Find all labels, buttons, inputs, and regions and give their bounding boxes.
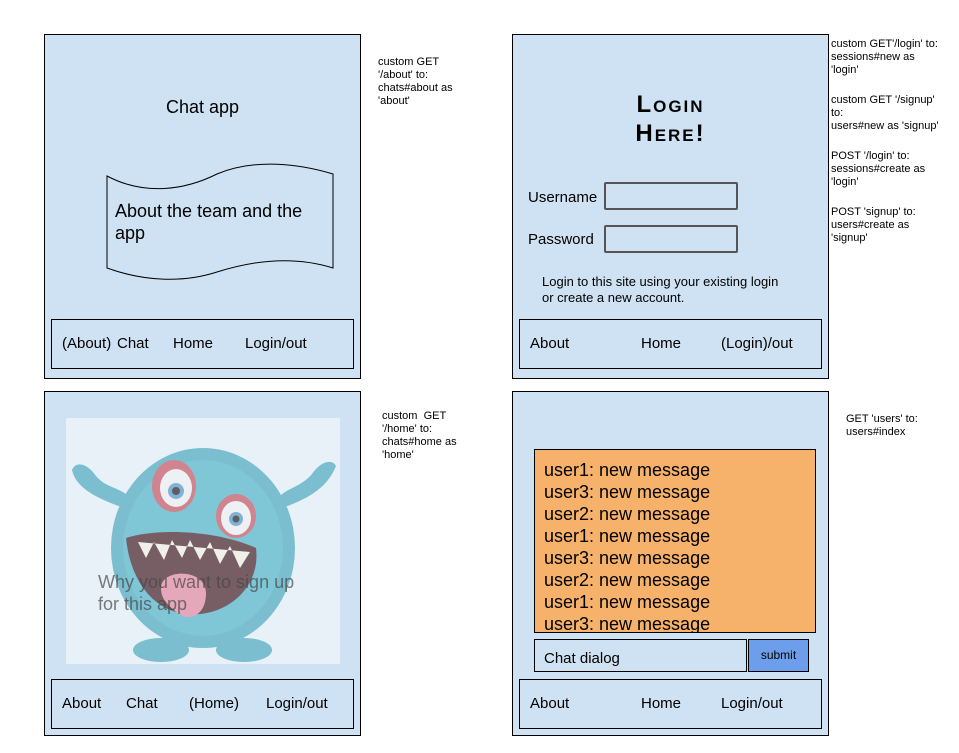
chat-message: user1: new message bbox=[544, 592, 711, 612]
home-route-note: custom GET '/home' to: chats#home as 'ho… bbox=[382, 410, 457, 461]
username-label: Username bbox=[528, 189, 598, 206]
login-page-panel: Login Here! Username Password Login to t… bbox=[512, 34, 829, 379]
monster-image: Why you want to sign up for this app bbox=[66, 418, 340, 664]
nav-about-link[interactable]: About bbox=[530, 695, 569, 712]
signup-post-note: POST 'signup' to: users#create as 'signu… bbox=[831, 206, 916, 244]
chat-message: user3: new message bbox=[544, 548, 711, 568]
login-title-line1: Login bbox=[636, 91, 705, 118]
nav-home-link[interactable]: Home bbox=[641, 335, 681, 352]
password-input[interactable] bbox=[604, 225, 738, 253]
app-title: Chat app bbox=[165, 97, 240, 117]
chat-input-field[interactable]: Chat dialog bbox=[534, 639, 747, 672]
password-label: Password bbox=[528, 231, 594, 248]
login-post-note: POST '/login' to: sessions#create as 'lo… bbox=[831, 150, 926, 188]
submit-button-label: submit bbox=[760, 648, 797, 662]
nav-chat-link[interactable]: Chat bbox=[117, 335, 149, 352]
chat-nav-bar: About Home Login/out bbox=[519, 679, 822, 729]
chat-message: user1: new message bbox=[544, 526, 711, 546]
nav-about-link[interactable]: About bbox=[530, 335, 569, 352]
login-info-line1: Login to this site using your existing l… bbox=[542, 274, 779, 289]
nav-home-link[interactable]: Home bbox=[173, 335, 213, 352]
message-list: user1: new message user3: new message us… bbox=[534, 449, 816, 633]
nav-home-link[interactable]: Home bbox=[641, 695, 681, 712]
home-image-overlay bbox=[66, 418, 340, 664]
chat-message: user2: new message bbox=[544, 504, 711, 524]
chat-message: user2: new message bbox=[544, 570, 711, 590]
nav-chat-link[interactable]: Chat bbox=[126, 695, 158, 712]
chat-input-placeholder: Chat dialog bbox=[544, 650, 620, 667]
about-route-note: custom GET '/about' to: chats#about as '… bbox=[378, 56, 453, 107]
login-route-note: custom GET'/login' to: sessions#new as '… bbox=[831, 38, 938, 76]
about-nav-bar: (About) Chat Home Login/out bbox=[51, 319, 354, 369]
about-page-panel: Chat app About the team and the app (Abo… bbox=[44, 34, 361, 379]
login-title-line2: Here! bbox=[635, 120, 706, 147]
chat-message: user3: new message bbox=[544, 482, 711, 502]
nav-login-link[interactable]: Login/out bbox=[245, 335, 307, 352]
chat-message: user1: new message bbox=[544, 460, 711, 480]
nav-login-link[interactable]: Login/out bbox=[721, 695, 783, 712]
nav-home-link[interactable]: (Home) bbox=[189, 695, 239, 712]
home-caption-line1: Why you want to sign up bbox=[98, 572, 295, 592]
nav-login-link[interactable]: Login/out bbox=[266, 695, 328, 712]
chat-page-panel: user1: new message user3: new message us… bbox=[512, 391, 829, 736]
home-page-panel: Why you want to sign up for this app Abo… bbox=[44, 391, 361, 736]
nav-login-link[interactable]: (Login)/out bbox=[721, 335, 793, 352]
nav-about-link[interactable]: (About) bbox=[62, 335, 111, 352]
login-nav-bar: About Home (Login)/out bbox=[519, 319, 822, 369]
home-caption-line2: for this app bbox=[98, 594, 188, 614]
chat-message: user3: new message bbox=[544, 614, 711, 633]
submit-button[interactable]: submit bbox=[748, 639, 809, 672]
nav-about-link[interactable]: About bbox=[62, 695, 101, 712]
chat-route-note: GET 'users' to: users#index bbox=[846, 413, 918, 438]
username-input[interactable] bbox=[604, 182, 738, 210]
login-info-line2: or create a new account. bbox=[542, 290, 685, 305]
about-team-text: About the team and the app bbox=[115, 201, 303, 243]
signup-route-note: custom GET '/signup' to: users#new as 's… bbox=[831, 94, 939, 132]
message-list-inner: user1: new message user3: new message us… bbox=[544, 459, 711, 633]
home-nav-bar: About Chat (Home) Login/out bbox=[51, 679, 354, 729]
